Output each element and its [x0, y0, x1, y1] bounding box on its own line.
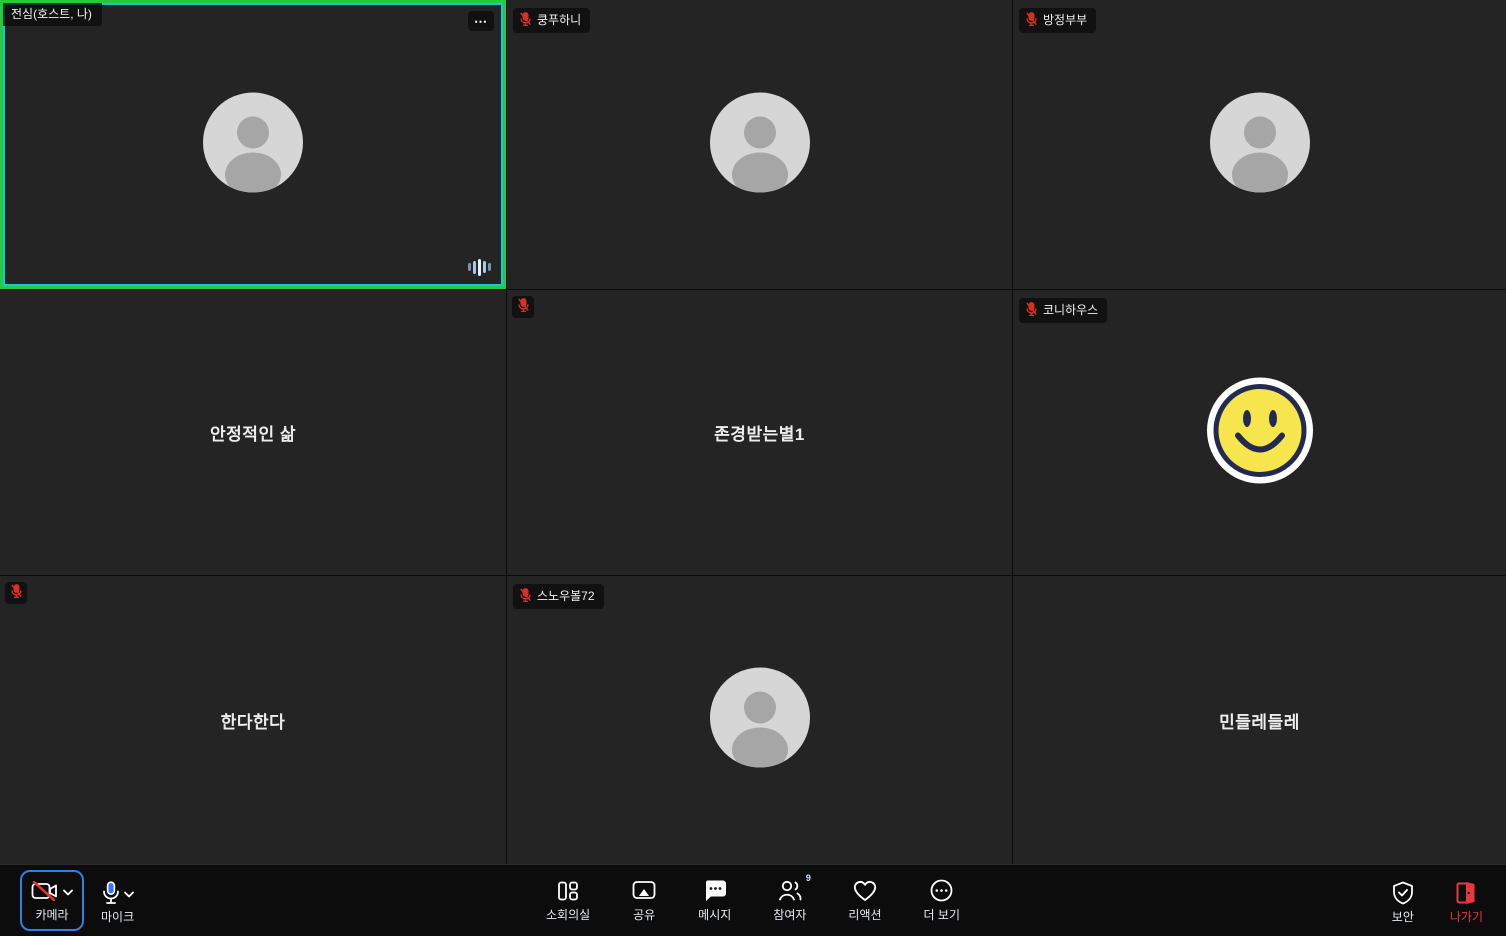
smiley-avatar: [1207, 377, 1313, 488]
mic-button[interactable]: 마이크: [92, 874, 143, 931]
participants-icon: 9: [777, 879, 803, 904]
mic-button-label: 마이크: [101, 911, 134, 923]
participant-name-chip: 방정부부: [1019, 8, 1096, 33]
camera-off-icon: [31, 881, 59, 903]
video-grid: 전심(호스트, 나) ⋯: [0, 0, 1506, 864]
participant-name-label: 안정적인 삶: [0, 290, 506, 575]
meeting-toolbar: 카메라 마이크: [0, 864, 1506, 935]
security-button[interactable]: 보안: [1383, 874, 1423, 931]
participant-name-label: 존경받는별1: [507, 290, 1012, 575]
participant-name-chip: 코니하우스: [1019, 298, 1107, 323]
participant-name-label: 한다한다: [0, 576, 506, 864]
more-label: 더 보기: [924, 909, 960, 921]
video-tile[interactable]: 존경받는별1: [507, 290, 1012, 575]
toolbar-left-group: 카메라 마이크: [20, 870, 143, 931]
avatar: [710, 92, 810, 197]
video-tile[interactable]: 코니하우스: [1013, 290, 1506, 575]
share-screen-button[interactable]: 공유: [623, 872, 665, 929]
mic-muted-icon: [520, 12, 531, 28]
share-screen-icon: [632, 880, 656, 904]
security-label: 보안: [1392, 911, 1414, 923]
toolbar-center-group: 소회의실 공유: [537, 872, 969, 929]
participant-name-label: 민들레들레: [1013, 576, 1506, 864]
reactions-label: 리액션: [848, 909, 881, 921]
mic-icon: [102, 881, 120, 907]
shield-check-icon: [1392, 881, 1414, 907]
participant-name-label: 쿵푸하니: [537, 14, 581, 26]
video-tile[interactable]: 한다한다: [0, 576, 506, 864]
camera-button-label: 카메라: [35, 909, 68, 921]
participant-name-label: 전심(호스트, 나): [11, 8, 92, 20]
participants-count-badge: 9: [806, 874, 811, 883]
leave-label: 나가기: [1450, 911, 1483, 923]
ellipsis-icon: ⋯: [474, 15, 488, 28]
avatar: [1210, 92, 1310, 197]
reactions-button[interactable]: 리액션: [839, 872, 890, 929]
participant-name-label: 스노우볼72: [537, 590, 595, 602]
mic-muted-icon: [1026, 302, 1037, 318]
mic-muted-icon: [11, 584, 22, 603]
video-tile[interactable]: 방정부부: [1013, 0, 1506, 289]
leave-door-icon: [1455, 881, 1477, 907]
video-tile[interactable]: 민들레들레: [1013, 576, 1506, 864]
avatar: [710, 668, 810, 773]
breakout-rooms-button[interactable]: 소회의실: [537, 872, 599, 929]
message-button[interactable]: 메시지: [689, 872, 740, 929]
participant-name-chip: 스노우볼72: [513, 584, 604, 609]
chevron-down-icon[interactable]: [63, 886, 73, 898]
participant-name-chip: 쿵푸하니: [513, 8, 590, 33]
audio-level-icon: [468, 258, 491, 276]
video-tile[interactable]: 쿵푸하니: [507, 0, 1012, 289]
participant-name-label: 코니하우스: [1043, 304, 1098, 316]
mic-muted-icon: [520, 588, 531, 604]
mic-muted-icon: [1026, 12, 1037, 28]
mic-muted-icon: [518, 298, 529, 317]
video-tile-host[interactable]: 전심(호스트, 나) ⋯: [0, 0, 506, 289]
participants-label: 참여자: [773, 909, 806, 921]
breakout-rooms-label: 소회의실: [546, 909, 590, 921]
tile-more-button[interactable]: ⋯: [468, 11, 494, 31]
chevron-down-icon[interactable]: [124, 888, 134, 900]
leave-meeting-button[interactable]: 나가기: [1441, 874, 1492, 931]
chat-bubble-icon: [703, 879, 727, 904]
mic-muted-chip: [5, 582, 27, 604]
share-screen-label: 공유: [633, 909, 655, 921]
message-label: 메시지: [698, 909, 731, 921]
heart-icon: [853, 880, 877, 904]
video-tile[interactable]: 안정적인 삶: [0, 290, 506, 575]
participant-name-chip: 전심(호스트, 나): [3, 3, 102, 26]
avatar: [203, 92, 303, 197]
mic-muted-chip: [512, 296, 534, 318]
breakout-rooms-icon: [557, 880, 579, 904]
more-button[interactable]: 더 보기: [915, 872, 969, 929]
camera-button[interactable]: 카메라: [20, 870, 84, 931]
toolbar-right-group: 보안 나가기: [1383, 874, 1492, 931]
video-tile[interactable]: 스노우볼72: [507, 576, 1012, 864]
more-ellipsis-icon: [930, 879, 953, 904]
participants-button[interactable]: 9 참여자: [764, 872, 815, 929]
participant-name-label: 방정부부: [1043, 14, 1087, 26]
